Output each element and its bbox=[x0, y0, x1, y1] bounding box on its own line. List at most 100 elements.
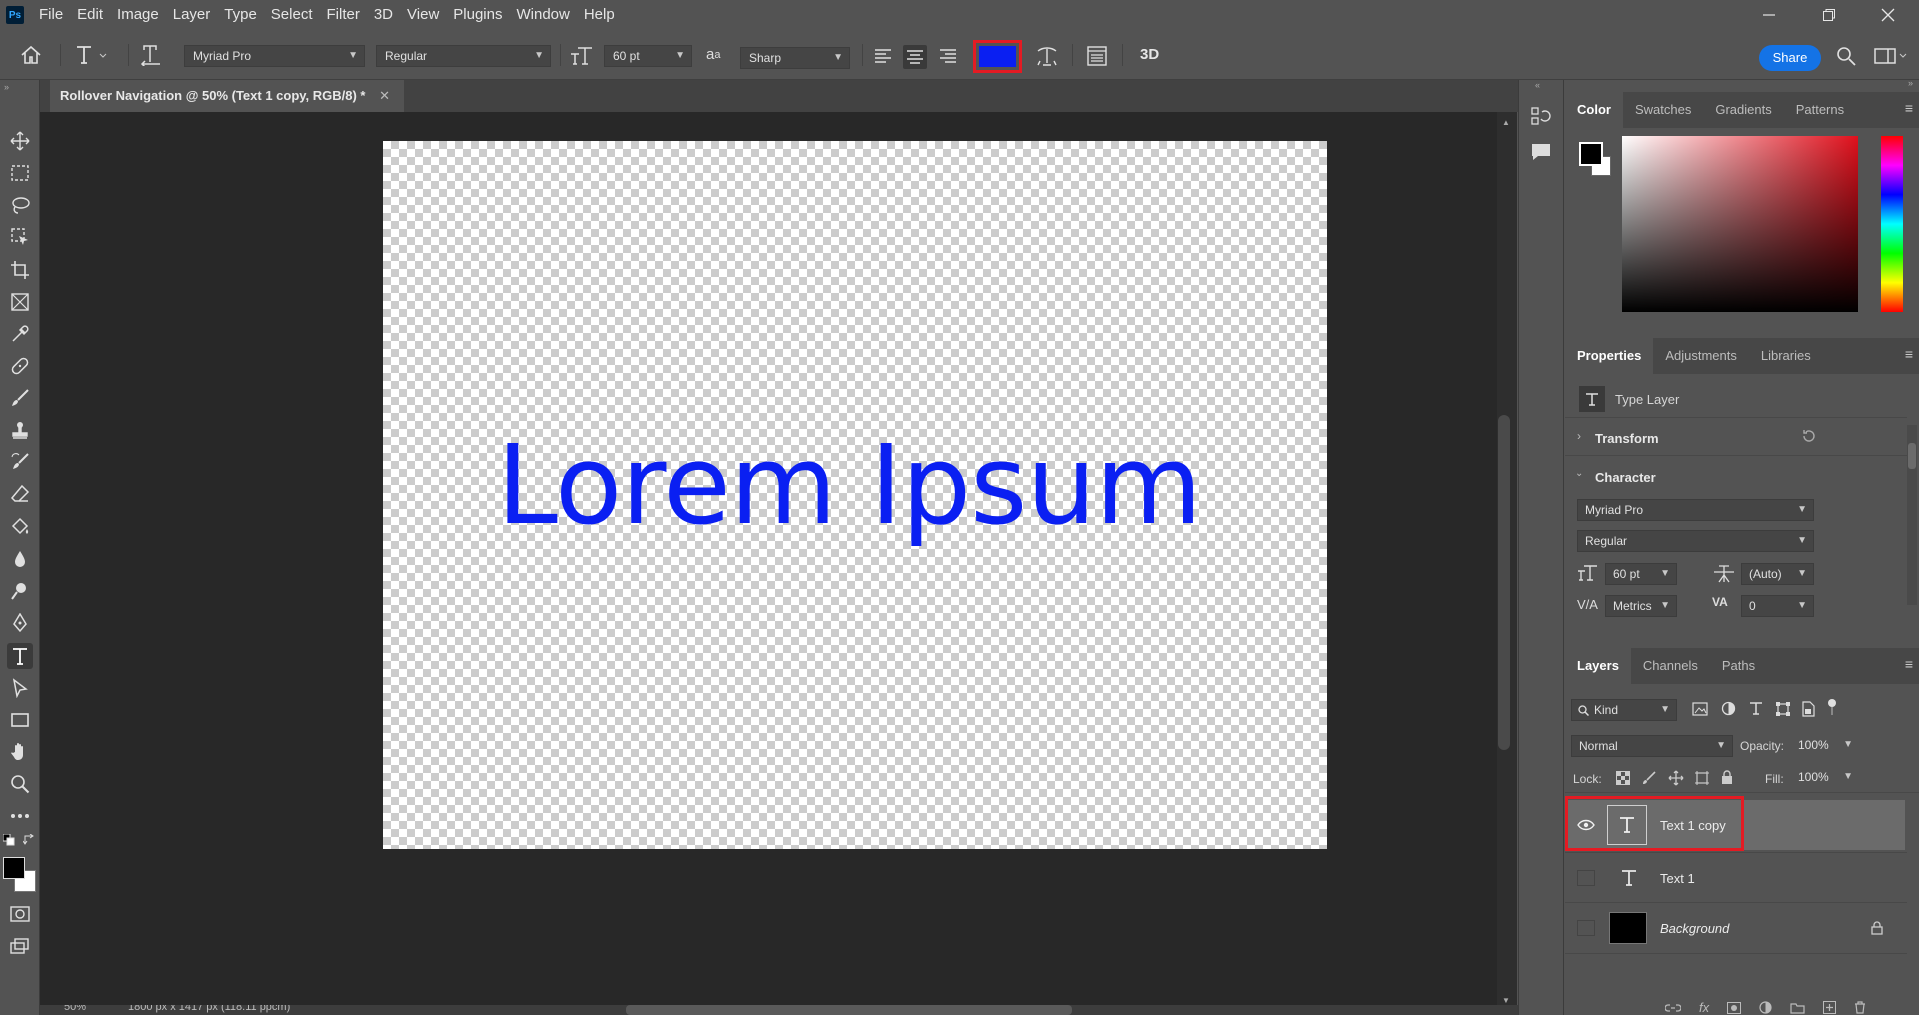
more-tools-button[interactable] bbox=[8, 804, 32, 828]
blend-mode-dropdown[interactable]: Normal ▼ bbox=[1571, 735, 1733, 757]
scroll-down-icon[interactable]: ▼ bbox=[1502, 996, 1510, 1005]
canvas-text-layer[interactable]: Lorem Ipsum bbox=[383, 141, 1327, 549]
menu-edit[interactable]: Edit bbox=[70, 0, 110, 30]
color-panel-foreground-swatch[interactable] bbox=[1579, 142, 1603, 166]
path-selection-tool[interactable] bbox=[8, 676, 32, 700]
lock-position-icon[interactable] bbox=[1668, 770, 1684, 786]
tab-properties[interactable]: Properties bbox=[1565, 338, 1654, 374]
vertical-scroll-thumb[interactable] bbox=[1498, 415, 1510, 750]
properties-font-style-dropdown[interactable]: Regular ▼ bbox=[1577, 530, 1814, 552]
canvas[interactable]: Lorem Ipsum bbox=[383, 141, 1327, 849]
document-tab[interactable]: Rollover Navigation @ 50% (Text 1 copy, … bbox=[50, 80, 405, 112]
tab-gradients[interactable]: Gradients bbox=[1703, 92, 1783, 128]
tab-libraries[interactable]: Libraries bbox=[1749, 338, 1823, 374]
lock-artboard-icon[interactable] bbox=[1694, 770, 1710, 786]
properties-font-family-dropdown[interactable]: Myriad Pro ▼ bbox=[1577, 499, 1814, 521]
screen-mode-button[interactable] bbox=[8, 934, 32, 958]
menu-help[interactable]: Help bbox=[577, 0, 622, 30]
lock-all-icon[interactable] bbox=[1721, 770, 1733, 785]
crop-tool[interactable] bbox=[8, 258, 32, 282]
opacity-field[interactable]: 100% ▼ bbox=[1791, 735, 1859, 757]
clone-stamp-tool[interactable] bbox=[8, 418, 32, 442]
chevron-down-icon[interactable]: ⌄ bbox=[1575, 468, 1583, 479]
align-right-button[interactable] bbox=[937, 45, 959, 67]
layer-name[interactable]: Text 1 bbox=[1660, 871, 1695, 886]
filter-pixel-icon[interactable] bbox=[1692, 702, 1708, 716]
collapse-panels-icon[interactable]: » bbox=[1908, 78, 1913, 88]
home-button[interactable] bbox=[20, 45, 42, 65]
close-tab-icon[interactable]: ✕ bbox=[379, 88, 390, 103]
properties-scrollbar[interactable] bbox=[1907, 425, 1917, 605]
reset-transform-icon[interactable] bbox=[1801, 428, 1817, 444]
type-tool[interactable] bbox=[7, 643, 33, 669]
paint-bucket-tool[interactable] bbox=[8, 515, 32, 539]
kerning-dropdown[interactable]: Metrics ▼ bbox=[1605, 595, 1677, 617]
properties-panel-menu-icon[interactable]: ≡ bbox=[1905, 346, 1913, 362]
align-center-button[interactable] bbox=[903, 45, 927, 69]
move-tool[interactable] bbox=[8, 129, 32, 153]
adjustment-layer-icon[interactable] bbox=[1759, 1001, 1772, 1014]
text-orientation-toggle[interactable] bbox=[140, 44, 164, 66]
delete-layer-icon[interactable] bbox=[1854, 1001, 1866, 1014]
menu-type[interactable]: Type bbox=[217, 0, 264, 30]
color-field[interactable] bbox=[1622, 136, 1858, 312]
tracking-field[interactable]: 0 ▼ bbox=[1741, 595, 1814, 617]
layers-panel-menu-icon[interactable]: ≡ bbox=[1905, 656, 1913, 672]
brush-tool[interactable] bbox=[8, 386, 32, 410]
frame-tool[interactable] bbox=[8, 290, 32, 314]
new-group-icon[interactable] bbox=[1790, 1002, 1805, 1014]
warp-text-button[interactable] bbox=[1036, 45, 1058, 67]
filter-smart-object-icon[interactable] bbox=[1801, 701, 1815, 717]
fx-icon[interactable]: fx bbox=[1699, 1000, 1709, 1015]
chevron-right-icon[interactable]: › bbox=[1577, 429, 1581, 443]
pen-tool[interactable] bbox=[8, 611, 32, 635]
eyedropper-tool[interactable] bbox=[8, 322, 32, 346]
lock-image-pixels-icon[interactable] bbox=[1642, 771, 1656, 785]
text-color-swatch[interactable] bbox=[979, 46, 1016, 67]
leading-field[interactable]: (Auto) ▼ bbox=[1741, 563, 1814, 585]
menu-image[interactable]: Image bbox=[110, 0, 166, 30]
lasso-tool[interactable] bbox=[8, 193, 32, 217]
lock-transparent-pixels-icon[interactable] bbox=[1616, 771, 1630, 785]
workspace-button[interactable] bbox=[1874, 47, 1908, 65]
tab-paths[interactable]: Paths bbox=[1710, 648, 1767, 684]
menu-file[interactable]: File bbox=[32, 0, 70, 30]
scroll-up-icon[interactable]: ▲ bbox=[1502, 118, 1510, 127]
comments-panel-button[interactable] bbox=[1530, 142, 1552, 162]
restore-button[interactable] bbox=[1805, 0, 1853, 30]
tool-preset-picker[interactable] bbox=[74, 44, 110, 66]
color-panel-menu-icon[interactable]: ≡ bbox=[1905, 100, 1913, 116]
default-colors-icon[interactable] bbox=[3, 834, 15, 846]
visibility-toggle[interactable] bbox=[1577, 920, 1595, 936]
filter-toggle-icon[interactable] bbox=[1827, 698, 1837, 716]
menu-layer[interactable]: Layer bbox=[166, 0, 218, 30]
menu-filter[interactable]: Filter bbox=[320, 0, 367, 30]
align-left-button[interactable] bbox=[872, 45, 894, 67]
add-mask-icon[interactable] bbox=[1727, 1001, 1742, 1014]
healing-brush-tool[interactable] bbox=[8, 354, 32, 378]
visibility-toggle[interactable] bbox=[1577, 870, 1595, 886]
layer-row-text-1[interactable]: Text 1 bbox=[1565, 853, 1905, 903]
expand-dock-icon[interactable]: « bbox=[1535, 80, 1540, 90]
filter-type-icon[interactable] bbox=[1749, 701, 1763, 716]
quick-mask-button[interactable] bbox=[8, 902, 32, 926]
horizontal-scroll-thumb[interactable] bbox=[626, 1005, 1072, 1015]
minimize-button[interactable] bbox=[1745, 0, 1793, 30]
search-button[interactable] bbox=[1836, 46, 1856, 66]
history-panel-button[interactable] bbox=[1530, 106, 1552, 128]
filter-shape-icon[interactable] bbox=[1775, 701, 1791, 717]
menu-view[interactable]: View bbox=[400, 0, 446, 30]
layer-name[interactable]: Background bbox=[1660, 921, 1729, 936]
eraser-tool[interactable] bbox=[8, 482, 32, 506]
link-layers-icon[interactable] bbox=[1665, 1003, 1681, 1013]
menu-plugins[interactable]: Plugins bbox=[446, 0, 509, 30]
character-panel-button[interactable] bbox=[1086, 45, 1108, 67]
properties-font-size-field[interactable]: 60 pt ▼ bbox=[1605, 563, 1677, 585]
tab-color[interactable]: Color bbox=[1565, 92, 1623, 128]
tab-channels[interactable]: Channels bbox=[1631, 648, 1710, 684]
object-selection-tool[interactable] bbox=[8, 225, 32, 249]
collapse-toolbar-icon[interactable]: » bbox=[4, 82, 9, 92]
font-size-dropdown[interactable]: 60 pt ▼ bbox=[604, 45, 692, 67]
new-layer-icon[interactable] bbox=[1823, 1001, 1837, 1014]
hand-tool[interactable] bbox=[8, 740, 32, 764]
